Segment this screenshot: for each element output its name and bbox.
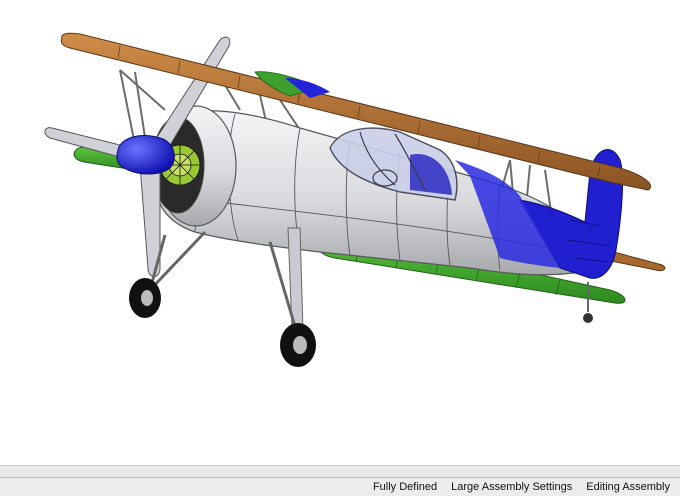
wheels xyxy=(129,278,593,367)
spinner xyxy=(116,135,175,175)
status-editing-assembly: Editing Assembly xyxy=(586,481,670,493)
status-large-assembly-settings[interactable]: Large Assembly Settings xyxy=(449,481,574,493)
graphics-area-bottom-border xyxy=(0,465,680,477)
biplane-model xyxy=(44,32,666,367)
status-bar: Fully Defined Large Assembly Settings Ed… xyxy=(0,477,680,496)
graphics-area[interactable] xyxy=(0,0,680,465)
status-fully-defined: Fully Defined xyxy=(372,481,438,493)
